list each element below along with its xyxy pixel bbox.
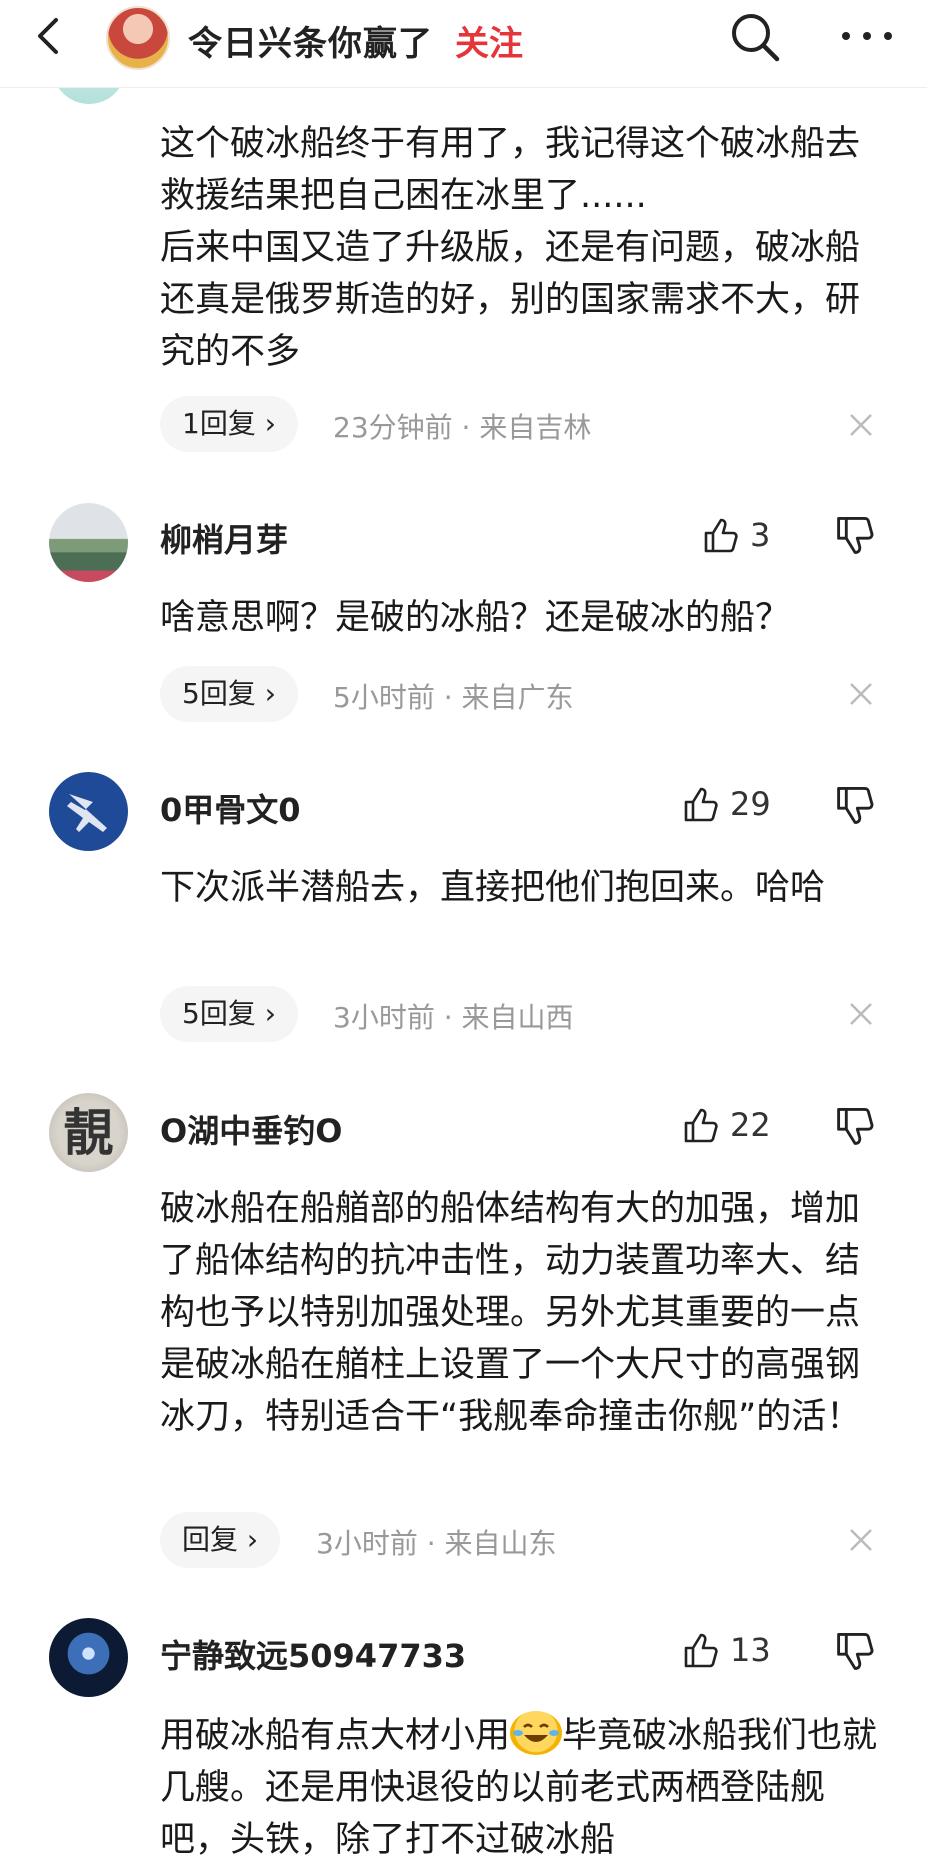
like-count: 13 <box>730 1631 771 1669</box>
comment-meta: 23分钟前 · 来自吉林 <box>333 411 592 444</box>
avatar[interactable]: 靚 <box>49 1093 128 1172</box>
thumbs-up-icon <box>684 1108 718 1143</box>
username[interactable]: 0甲骨文0 <box>160 785 301 831</box>
like-button[interactable]: 3 <box>700 510 770 560</box>
thumbs-down-icon[interactable] <box>832 514 876 558</box>
like-count: 22 <box>730 1106 771 1144</box>
close-icon[interactable] <box>848 412 874 438</box>
author-avatar[interactable] <box>106 6 170 70</box>
search-icon[interactable] <box>728 10 782 64</box>
comment-time: 23分钟前 <box>333 411 453 444</box>
comment-meta: 3小时前 · 来自山东 <box>316 1527 557 1560</box>
comment-location: 来自广东 <box>461 681 574 714</box>
top-bar: 令日兴条你赢了 关注 <box>0 0 927 88</box>
avatar[interactable] <box>49 772 128 851</box>
comment-text: 下次派半潜船去，直接把他们抱回来。哈哈 <box>160 868 826 908</box>
avatar[interactable] <box>49 1618 128 1697</box>
comment-text: 用破冰船有点大材小用 毕竟破冰船我们也就几艘。还是用快退役的以前老式两栖登陆舰吧，… <box>160 1710 880 1856</box>
username[interactable]: 柳梢月芽 <box>160 515 288 561</box>
username[interactable]: 宁静致远50947733 <box>160 1631 466 1677</box>
thumbs-down-icon[interactable] <box>832 784 876 828</box>
comment-text: 这个破冰船终于有用了，我记得这个破冰船去救援结果把自己困在冰里了...... 后… <box>160 124 861 372</box>
like-count: 3 <box>750 516 771 554</box>
back-arrow-icon[interactable] <box>28 14 72 58</box>
comment-text: 破冰船在船艏部的船体结构有大的加强，增加了船体结构的抗冲击性，动力装置功率大、结… <box>160 1189 862 1437</box>
reply-button[interactable]: 5回复 › <box>160 986 298 1042</box>
like-button[interactable]: 29 <box>680 779 771 829</box>
avatar[interactable] <box>49 503 128 582</box>
thumbs-up-icon <box>684 787 718 822</box>
laughing-crying-emoji-icon <box>510 1711 563 1755</box>
comment-meta: 5小时前 · 来自广东 <box>333 681 574 714</box>
comment-time: 3小时前 <box>316 1527 418 1560</box>
reply-button[interactable]: 1回复 › <box>160 396 298 452</box>
thumbs-up-icon <box>704 518 738 553</box>
close-icon[interactable] <box>848 681 874 707</box>
close-icon[interactable] <box>848 1527 874 1553</box>
like-count: 29 <box>730 785 771 823</box>
reply-button[interactable]: 5回复 › <box>160 666 298 722</box>
more-options-icon[interactable] <box>838 14 896 58</box>
comment-time: 5小时前 <box>333 681 435 714</box>
thumbs-up-icon <box>684 1633 718 1668</box>
like-button[interactable]: 13 <box>680 1625 771 1675</box>
author-name[interactable]: 令日兴条你赢了 <box>188 16 433 65</box>
comment-location: 来自山东 <box>444 1527 557 1560</box>
like-button[interactable]: 22 <box>680 1100 771 1150</box>
username[interactable]: O湖中垂钓O <box>160 1106 342 1152</box>
comment-location: 来自山西 <box>461 1001 574 1034</box>
comment-time: 3小时前 <box>333 1001 435 1034</box>
avatar-calligraphy: 靚 <box>63 1103 114 1162</box>
comment-location: 来自吉林 <box>479 411 592 444</box>
jet-icon <box>67 794 107 832</box>
thumbs-down-icon[interactable] <box>832 1105 876 1149</box>
close-icon[interactable] <box>848 1001 874 1027</box>
thumbs-down-icon[interactable] <box>832 1630 876 1674</box>
reply-button[interactable]: 回复 › <box>160 1512 281 1568</box>
follow-button[interactable]: 关注 <box>455 16 523 65</box>
comment-meta: 3小时前 · 来自山西 <box>333 1001 574 1034</box>
comment-text: 啥意思啊？是破的冰船？还是破冰的船？ <box>160 598 791 638</box>
